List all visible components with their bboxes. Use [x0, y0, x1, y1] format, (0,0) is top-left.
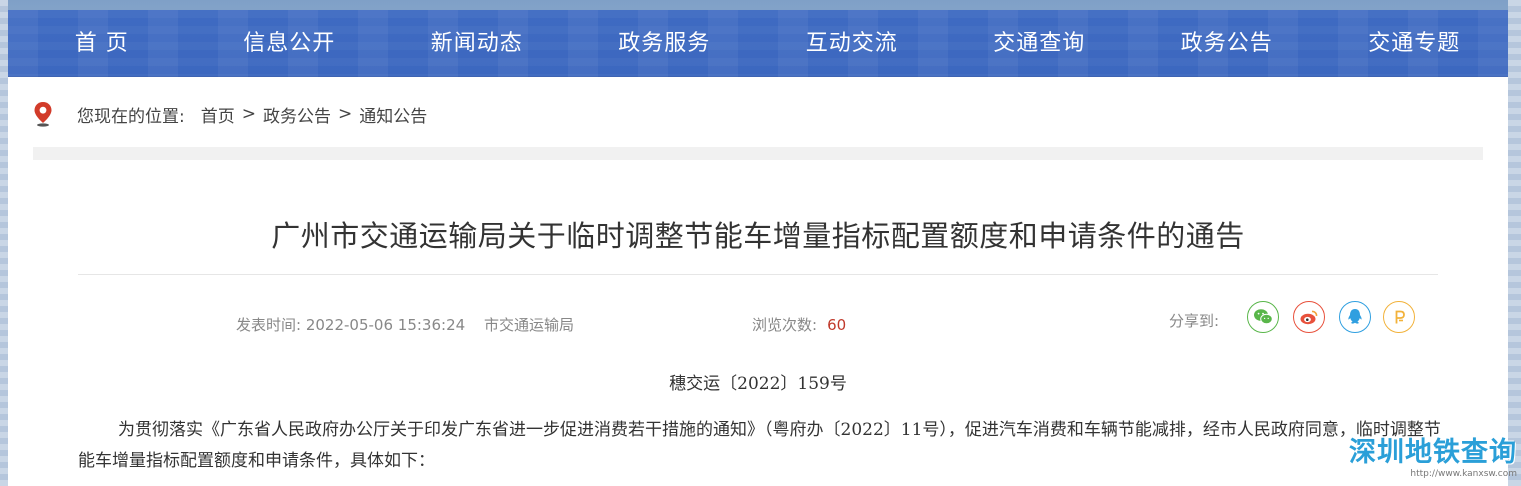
share-qzone-button[interactable]	[1383, 301, 1415, 333]
breadcrumb-divider-band	[33, 147, 1483, 160]
site-watermark: 深圳地铁查询 http://www.kanxsw.com	[1307, 438, 1517, 486]
watermark-title: 深圳地铁查询	[1349, 437, 1517, 468]
weibo-icon	[1300, 310, 1318, 325]
background-decoration-right	[1508, 0, 1521, 486]
nav-item-interaction[interactable]: 互动交流	[758, 10, 946, 77]
nav-item-traffic-query[interactable]: 交通查询	[946, 10, 1134, 77]
publish-label: 发表时间:	[236, 316, 302, 334]
share-label: 分享到:	[1169, 312, 1220, 330]
breadcrumb-item-gov-announcements[interactable]: 政务公告	[263, 102, 331, 127]
nav-item-traffic-topics[interactable]: 交通专题	[1321, 10, 1509, 77]
document-number: 穗交运〔2022〕159号	[669, 374, 847, 394]
nav-item-info-disclosure[interactable]: 信息公开	[196, 10, 384, 77]
nav-item-gov-services[interactable]: 政务服务	[571, 10, 759, 77]
article-title: 广州市交通运输局关于临时调整节能车增量指标配置额度和申请条件的通告	[271, 219, 1245, 253]
qzone-icon	[1395, 310, 1405, 324]
publisher: 市交通运输局	[483, 316, 574, 334]
share-wechat-button[interactable]	[1247, 301, 1279, 333]
views-count: 60	[827, 316, 847, 334]
breadcrumb-item-notices[interactable]: 通知公告	[359, 102, 427, 127]
share-weibo-button[interactable]	[1293, 301, 1325, 333]
views-label: 浏览次数:	[752, 316, 818, 334]
share-qq-button[interactable]	[1339, 301, 1371, 333]
watermark-url: http://www.kanxsw.com	[1410, 469, 1517, 479]
article-paragraph: 为贯彻落实《广东省人民政府办公厅关于印发广东省进一步促进消费若干措施的通知》（粤…	[78, 420, 1441, 471]
breadcrumb: 您现在的位置: 首页 > 政务公告 > 通知公告	[33, 99, 427, 129]
breadcrumb-separator: >	[241, 104, 256, 124]
qq-icon	[1348, 309, 1362, 324]
location-pin-icon	[34, 102, 52, 127]
breadcrumb-prefix: 您现在的位置:	[77, 106, 185, 127]
publish-info: 发表时间: 2022-05-06 15:36:24 市交通运输局	[236, 314, 574, 335]
nav-item-home[interactable]: 首 页	[8, 10, 196, 77]
wechat-icon	[1254, 309, 1273, 325]
breadcrumb-item-home[interactable]: 首页	[201, 102, 235, 127]
background-decoration-left	[0, 0, 8, 486]
content-panel: 您现在的位置: 首页 > 政务公告 > 通知公告 广州市交通运输局关于临时调整节…	[8, 77, 1508, 486]
breadcrumb-separator: >	[337, 104, 353, 124]
publish-time: 2022-05-06 15:36:24	[305, 316, 466, 334]
nav-item-gov-announcements[interactable]: 政务公告	[1133, 10, 1321, 77]
title-divider	[78, 274, 1438, 275]
main-navigation: 首 页 信息公开 新闻动态 政务服务 互动交流 交通查询 政务公告 交通专题	[8, 10, 1508, 77]
nav-item-news[interactable]: 新闻动态	[383, 10, 571, 77]
view-count-info: 浏览次数: 60	[752, 314, 846, 335]
